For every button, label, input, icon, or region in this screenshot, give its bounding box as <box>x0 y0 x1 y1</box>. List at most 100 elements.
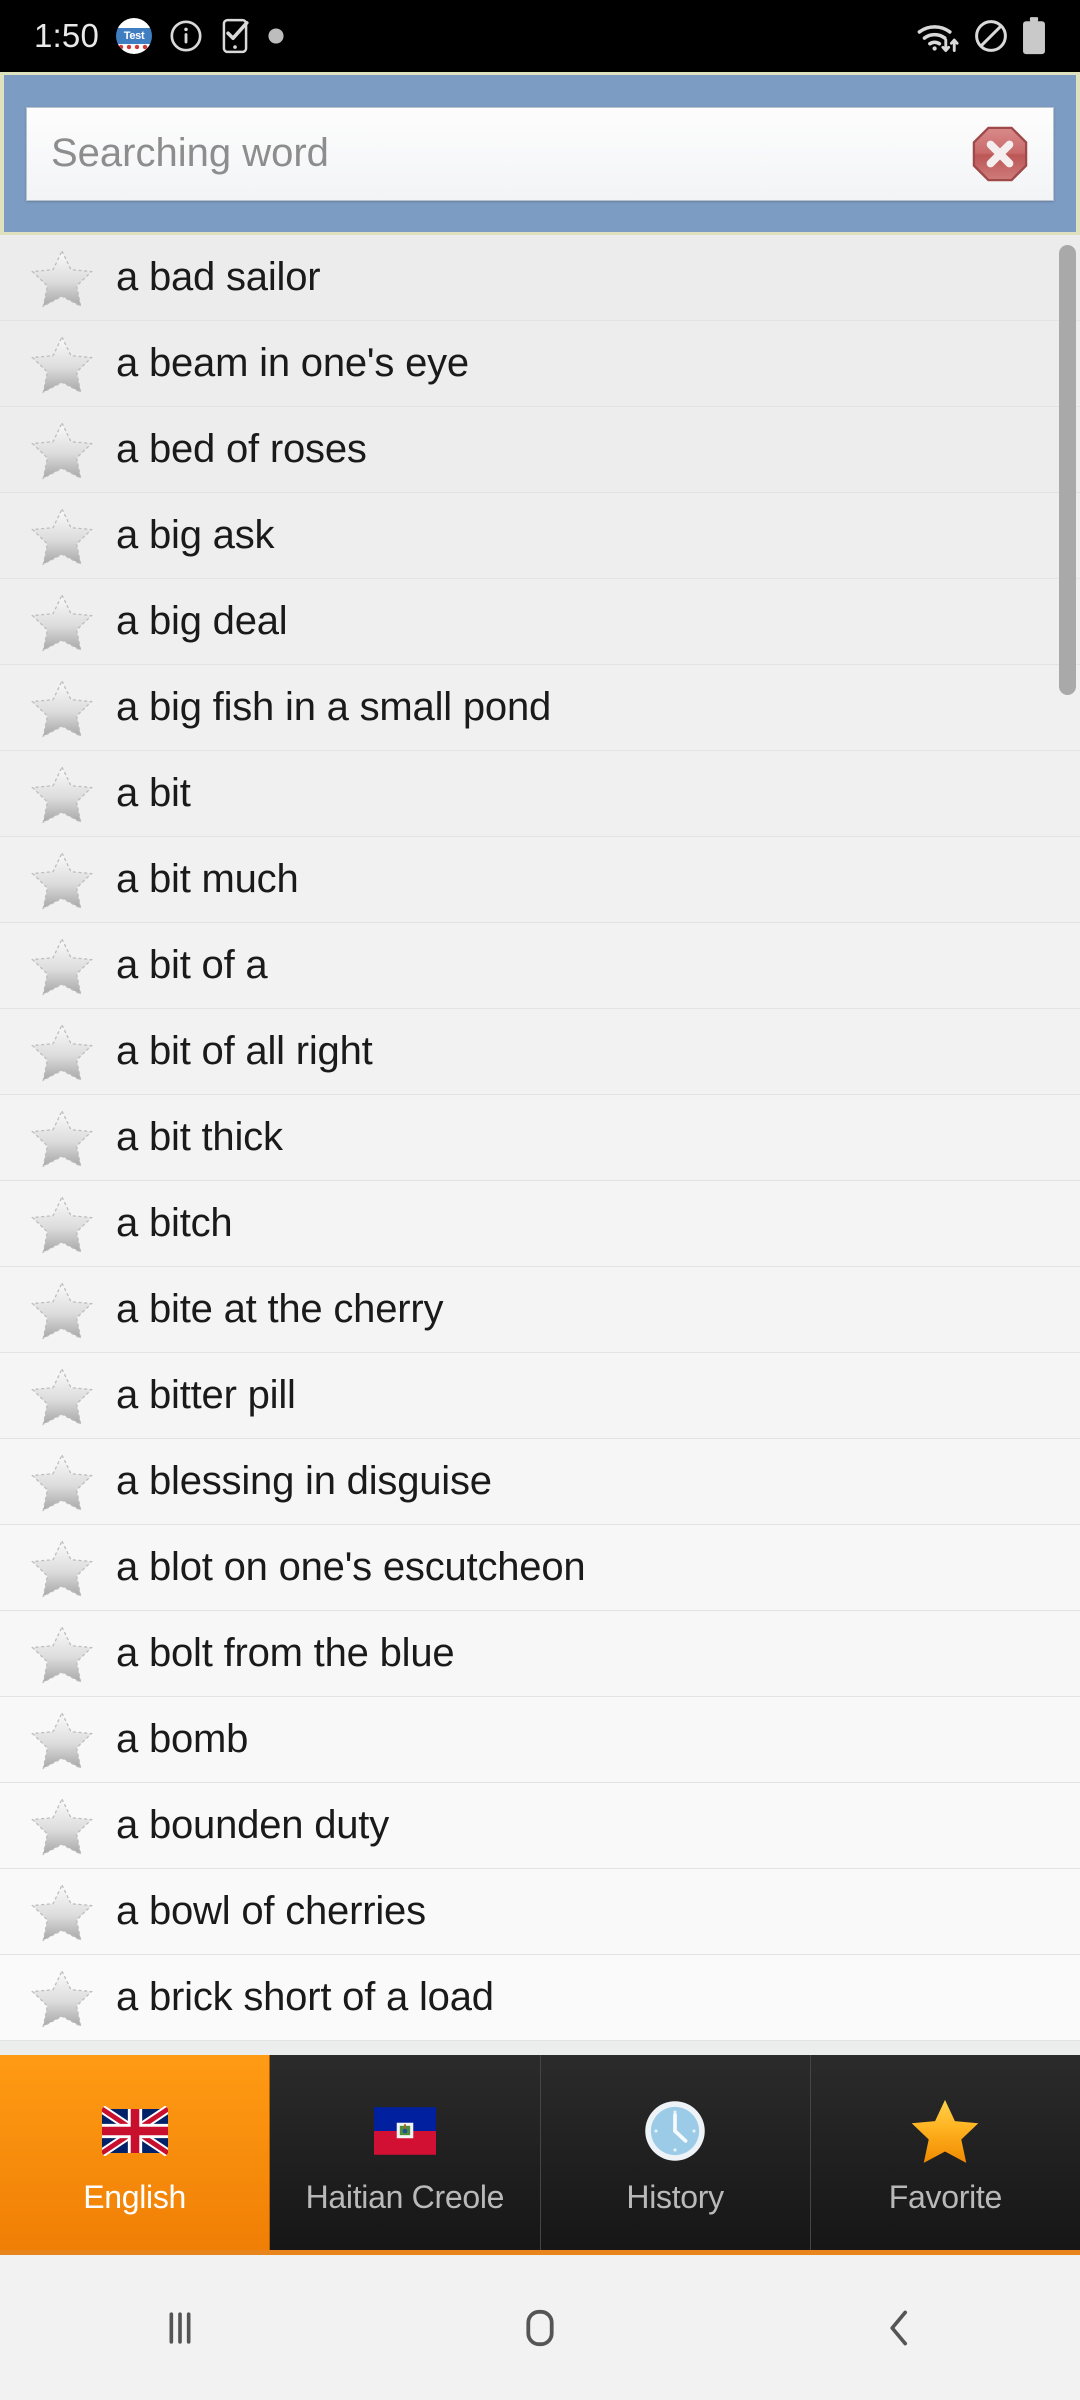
word-list-item[interactable]: a bowl of cherries <box>0 1869 1080 1955</box>
word-list-item-label: a big deal <box>116 599 288 643</box>
favorite-star-outline-icon[interactable] <box>30 849 94 911</box>
favorite-star-outline-icon[interactable] <box>30 419 94 481</box>
word-list-item[interactable]: a bitch <box>0 1181 1080 1267</box>
tab-haitian-creole[interactable]: Haitian Creole <box>270 2055 541 2250</box>
tab-haitian-creole-label: Haitian Creole <box>305 2179 505 2215</box>
word-list-item[interactable]: a bit thick <box>0 1095 1080 1181</box>
word-list-item-label: a bite at the cherry <box>116 1287 444 1331</box>
word-list-item[interactable]: a bit <box>0 751 1080 837</box>
list-scrollbar-thumb[interactable] <box>1059 245 1076 695</box>
word-list-item-label: a bit of a <box>116 943 268 987</box>
word-list-item-label: a big fish in a small pond <box>116 685 552 729</box>
word-list-item-label: a bowl of cherries <box>116 1889 426 1933</box>
word-list-item-label: a bomb <box>116 1717 249 1761</box>
recents-icon <box>169 2311 191 2344</box>
word-list-item-label: a beam in one's eye <box>116 341 469 385</box>
status-bar: 1:50 Test <box>0 0 1080 72</box>
clear-search-button[interactable] <box>971 125 1029 183</box>
word-list-item[interactable]: a blot on one's escutcheon <box>0 1525 1080 1611</box>
status-bar-left: 1:50 Test <box>34 17 285 55</box>
word-list-item-label: a bad sailor <box>116 255 321 299</box>
word-list-item-label: a bit thick <box>116 1115 283 1159</box>
favorite-star-outline-icon[interactable] <box>30 1451 94 1513</box>
word-list-item-label: a big ask <box>116 513 275 557</box>
favorite-star-outline-icon[interactable] <box>30 1881 94 1943</box>
word-list-item-label: a bounden duty <box>116 1803 390 1847</box>
word-list[interactable]: a bad sailor a beam in one's eye a bed of … <box>0 235 1080 2055</box>
word-list-item[interactable]: a bed of roses <box>0 407 1080 493</box>
favorite-star-outline-icon[interactable] <box>30 1279 94 1341</box>
favorite-star-outline-icon[interactable] <box>30 763 94 825</box>
favorite-star-outline-icon[interactable] <box>30 677 94 739</box>
app-badge-dots <box>116 42 153 53</box>
favorite-star-outline-icon[interactable] <box>30 1107 94 1169</box>
word-list-item-label: a bolt from the blue <box>116 1631 455 1675</box>
tab-favorite-label: Favorite <box>888 2179 1003 2215</box>
word-list-item[interactable]: a big ask <box>0 493 1080 579</box>
word-list-item-label: a bitter pill <box>116 1373 296 1417</box>
uk-flag-icon <box>101 2089 168 2173</box>
dot-icon <box>268 28 284 44</box>
word-list-item-label: a bit much <box>116 857 299 901</box>
favorite-star-outline-icon[interactable] <box>30 591 94 653</box>
recents-button[interactable] <box>0 2302 360 2354</box>
favorite-star-outline-icon[interactable] <box>30 505 94 567</box>
search-input[interactable] <box>51 131 971 176</box>
word-list-item-label: a blessing in disguise <box>116 1459 492 1503</box>
android-nav-bar <box>0 2255 1080 2400</box>
clock-icon <box>641 2089 709 2173</box>
star-gold-icon <box>909 2089 981 2173</box>
word-list-item[interactable]: a bit of all right <box>0 1009 1080 1095</box>
word-list-item-label: a bit <box>116 771 191 815</box>
word-list-item[interactable]: a beam in one's eye <box>0 321 1080 407</box>
phone-check-icon <box>222 18 249 54</box>
status-bar-right <box>916 17 1046 55</box>
favorite-star-outline-icon[interactable] <box>30 1537 94 1599</box>
word-list-item-label: a bed of roses <box>116 427 367 471</box>
word-list-item-label: a blot on one's escutcheon <box>116 1545 586 1589</box>
search-header <box>0 72 1080 235</box>
word-list-item[interactable]: a bit of a <box>0 923 1080 1009</box>
word-list-item-label: a bit of all right <box>116 1029 373 1073</box>
back-button[interactable] <box>720 2302 1080 2354</box>
favorite-star-outline-icon[interactable] <box>30 1021 94 1083</box>
favorite-star-outline-icon[interactable] <box>30 1967 94 2029</box>
favorite-star-outline-icon[interactable] <box>30 333 94 395</box>
favorite-star-outline-icon[interactable] <box>30 1193 94 1255</box>
word-list-item[interactable]: a bitter pill <box>0 1353 1080 1439</box>
word-list-item-label: a bitch <box>116 1201 233 1245</box>
word-list-item[interactable]: a bite at the cherry <box>0 1267 1080 1353</box>
favorite-star-outline-icon[interactable] <box>30 247 94 309</box>
favorite-star-outline-icon[interactable] <box>30 1623 94 1685</box>
favorite-star-outline-icon[interactable] <box>30 1709 94 1771</box>
tab-favorite[interactable]: Favorite <box>810 2055 1080 2250</box>
search-field[interactable] <box>26 106 1054 201</box>
do-not-disturb-icon <box>975 20 1007 52</box>
word-list-item[interactable]: a bomb <box>0 1697 1080 1783</box>
tab-english-label: English <box>83 2179 187 2215</box>
home-icon <box>526 2309 554 2346</box>
word-list-item[interactable]: a blessing in disguise <box>0 1439 1080 1525</box>
wifi-data-icon <box>917 25 959 52</box>
info-icon <box>170 20 202 52</box>
favorite-star-outline-icon[interactable] <box>30 1795 94 1857</box>
status-clock: 1:50 <box>34 17 100 54</box>
word-list-item[interactable]: a big fish in a small pond <box>0 665 1080 751</box>
word-list-item[interactable]: a bad sailor <box>0 235 1080 321</box>
word-list-item[interactable]: a big deal <box>0 579 1080 665</box>
favorite-star-outline-icon[interactable] <box>30 1365 94 1427</box>
word-list-item-label: a brick short of a load <box>116 1975 494 2019</box>
favorite-star-outline-icon[interactable] <box>30 935 94 997</box>
word-list-item[interactable]: a bounden duty <box>0 1783 1080 1869</box>
home-button[interactable] <box>360 2301 720 2355</box>
app-badge-test-icon: Test <box>116 18 153 54</box>
tab-history[interactable]: History <box>540 2055 811 2250</box>
word-list-item[interactable]: a bit much <box>0 837 1080 923</box>
battery-full-icon <box>1023 17 1045 55</box>
clear-octagon-icon <box>972 126 1028 181</box>
word-list-item[interactable]: a bolt from the blue <box>0 1611 1080 1697</box>
word-list-item[interactable]: a brick short of a load <box>0 1955 1080 2041</box>
haiti-flag-icon <box>373 2089 436 2173</box>
back-icon <box>890 2310 908 2345</box>
tab-english[interactable]: English <box>0 2055 271 2250</box>
